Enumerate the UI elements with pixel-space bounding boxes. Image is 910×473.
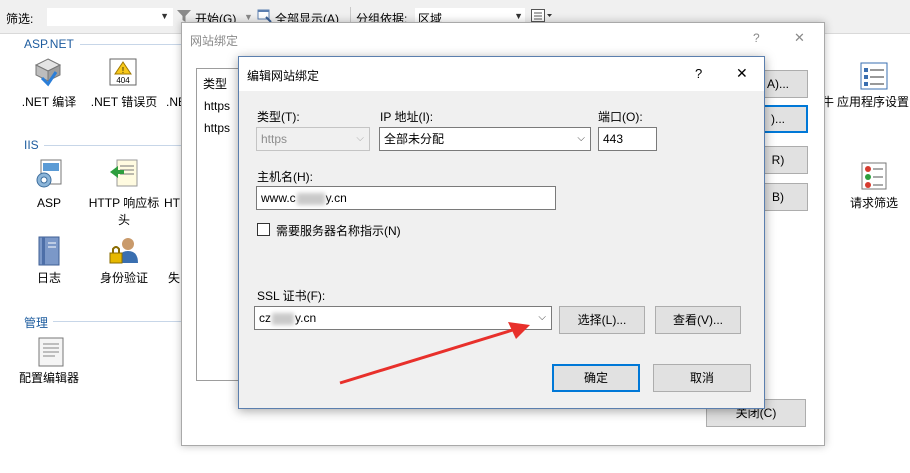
chevron-down-icon: ⌵	[356, 133, 364, 144]
column-header-type: 类型	[203, 77, 228, 91]
chevron-down-icon[interactable]: ▼	[244, 12, 253, 22]
edit-binding-titlebar: 编辑网站绑定 ? ✕	[239, 57, 764, 91]
ip-address-label: IP 地址(I):	[380, 110, 434, 124]
host-name-input[interactable]: www.c y.cn	[256, 186, 556, 210]
config-editor-icon[interactable]	[35, 336, 67, 371]
bindings-list[interactable]: 类型 https https	[196, 68, 240, 381]
logging-icon[interactable]	[33, 235, 65, 270]
host-name-label: 主机名(H):	[257, 170, 313, 184]
filter-input[interactable]: ▼	[46, 7, 174, 27]
asp-icon[interactable]	[33, 158, 65, 193]
fail-partial-label: 失	[168, 271, 181, 285]
annotation-arrow-icon	[339, 322, 530, 385]
http-headers-icon[interactable]	[108, 158, 140, 193]
group-title-manage: 管理	[24, 316, 49, 330]
authentication-label[interactable]: 身份验证	[94, 270, 154, 287]
ip-address-select[interactable]: 全部未分配 ⌵	[379, 127, 591, 151]
filter-label: 筛选:	[6, 12, 34, 26]
ip-address-value: 全部未分配	[384, 132, 445, 146]
help-icon[interactable]: ?	[753, 31, 760, 45]
binding-row[interactable]: https	[204, 121, 230, 135]
port-input[interactable]: 443	[598, 127, 657, 151]
request-filtering-icon[interactable]	[858, 160, 890, 195]
cancel-button[interactable]: 取消	[653, 364, 751, 392]
group-divider	[53, 321, 181, 322]
chevron-down-icon: ▼	[160, 11, 169, 21]
sni-checkbox[interactable]	[257, 223, 270, 236]
net-compile-label[interactable]: .NET 编译	[18, 94, 80, 111]
redacted-mark	[296, 192, 325, 205]
authentication-icon[interactable]	[108, 235, 140, 270]
type-label: 类型(T):	[257, 110, 300, 124]
host-name-prefix: www.c	[261, 191, 296, 205]
type-select[interactable]: https ⌵	[256, 127, 370, 151]
svg-text:!: !	[122, 66, 124, 75]
app-settings-label[interactable]: 应用程序设置	[836, 94, 910, 111]
group-title-aspnet: ASP.NET	[24, 37, 74, 51]
group-divider	[44, 145, 181, 146]
ssl-certificate-suffix: y.cn	[295, 311, 317, 325]
asp-label[interactable]: ASP	[30, 195, 68, 212]
group-title-iis: IIS	[24, 138, 39, 152]
ssl-certificate-label: SSL 证书(F):	[257, 289, 326, 303]
binding-row[interactable]: https	[204, 99, 230, 113]
svg-text:404: 404	[116, 76, 130, 85]
view-certificate-button[interactable]: 查看(V)...	[655, 306, 741, 334]
type-value: https	[261, 132, 288, 146]
http-headers-label[interactable]: HTTP 响应标头	[88, 195, 160, 229]
net-error-pages-label[interactable]: .NET 错误页	[88, 94, 160, 111]
port-value: 443	[603, 132, 624, 146]
select-certificate-button[interactable]: 选择(L)...	[559, 306, 645, 334]
config-editor-label[interactable]: 配置编辑器	[14, 370, 84, 387]
help-icon[interactable]: ?	[695, 66, 702, 81]
sni-label[interactable]: 需要服务器名称指示(N)	[276, 222, 401, 239]
close-icon[interactable]: ✕	[794, 30, 805, 46]
redacted-mark	[272, 312, 294, 325]
ssl-certificate-prefix: cz	[259, 311, 271, 325]
site-bindings-title: 网站绑定	[190, 34, 239, 48]
chevron-down-icon: ⌵	[577, 133, 585, 144]
app-settings-icon[interactable]	[858, 60, 890, 95]
edit-binding-title: 编辑网站绑定	[247, 69, 320, 83]
net-error-pages-icon[interactable]: ! 404	[107, 56, 139, 91]
ok-button[interactable]: 确定	[552, 364, 640, 392]
chevron-down-icon: ▼	[514, 11, 523, 21]
logging-label[interactable]: 日志	[30, 270, 68, 287]
net-compile-icon[interactable]	[32, 56, 64, 91]
port-label: 端口(O):	[598, 110, 643, 124]
host-name-suffix: y.cn	[325, 191, 347, 205]
close-icon[interactable]: ✕	[736, 65, 748, 82]
group-divider	[80, 44, 181, 45]
request-filtering-label[interactable]: 请求筛选	[844, 195, 904, 212]
